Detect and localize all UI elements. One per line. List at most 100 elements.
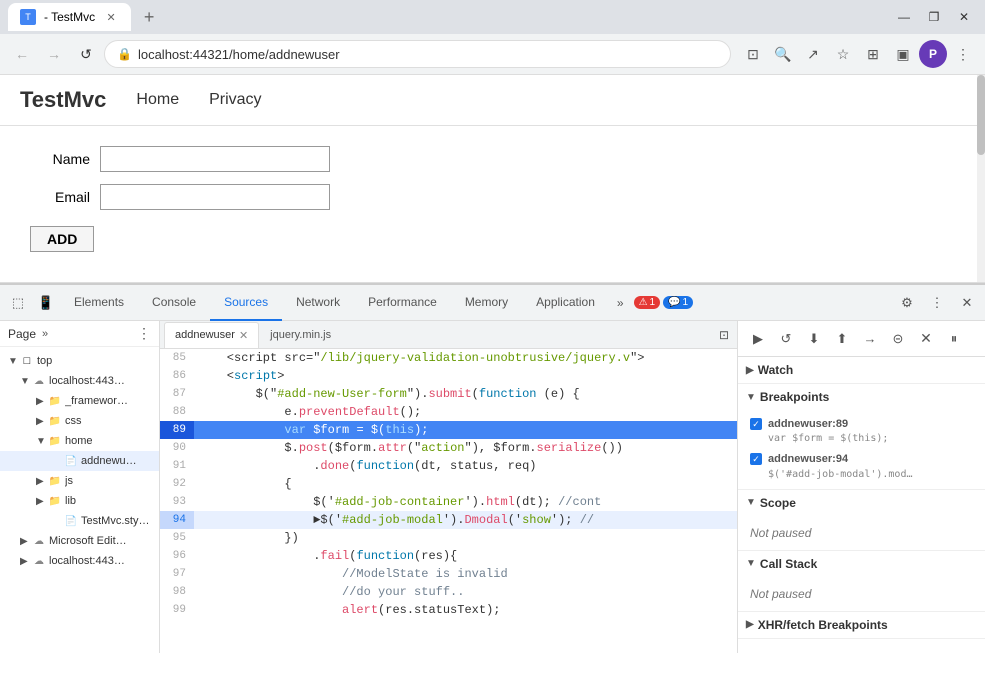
code-text-95: }): [194, 529, 737, 547]
xhr-section: ▶ XHR/fetch Breakpoints: [738, 612, 985, 639]
tree-item-addnewuser[interactable]: ▶ 📄 addnewu…: [0, 451, 159, 471]
more-tabs-button[interactable]: »: [609, 296, 632, 310]
sources-more-icon[interactable]: ⋮: [137, 325, 151, 342]
form-area: Name Email ADD: [0, 126, 985, 272]
breakpoint-location-89: addnewuser:89: [768, 418, 848, 430]
tab-sources[interactable]: Sources: [210, 285, 282, 321]
name-input[interactable]: [100, 146, 330, 172]
tab-close-button[interactable]: ✕: [103, 9, 119, 25]
address-bar[interactable]: 🔒 localhost:44321/home/addnewuser: [104, 40, 731, 68]
code-line-92: 92 {: [160, 475, 737, 493]
tree-item-localhost2[interactable]: ▶ ☁ localhost:443…: [0, 551, 159, 571]
resume-button[interactable]: ▶: [746, 327, 770, 351]
tree-label-localhost2: localhost:443…: [49, 555, 125, 567]
tree-item-js[interactable]: ▶ 📁 js: [0, 471, 159, 491]
folder-icon-home: 📁: [48, 434, 62, 448]
scope-section-header[interactable]: ▼ Scope: [738, 490, 985, 516]
sidebar-icon[interactable]: ▣: [889, 40, 917, 68]
devtools-more-icon[interactable]: ⋮: [923, 289, 951, 317]
refresh-button[interactable]: ↺: [72, 40, 100, 68]
devtools-tabs: ⬚ 📱 Elements Console Sources Network Per…: [0, 285, 985, 321]
devtools-close-icon[interactable]: ✕: [953, 289, 981, 317]
xhr-section-header[interactable]: ▶ XHR/fetch Breakpoints: [738, 612, 985, 638]
bookmark-icon[interactable]: ☆: [829, 40, 857, 68]
profile-button[interactable]: P: [919, 40, 947, 68]
add-button[interactable]: ADD: [30, 226, 94, 252]
lock-icon: 🔒: [117, 47, 132, 61]
file-icon-addnewuser: 📄: [64, 454, 78, 468]
editor-tab-label-addnewuser: addnewuser: [175, 329, 235, 341]
tab-memory[interactable]: Memory: [451, 285, 522, 321]
inspect-element-button[interactable]: ⬚: [4, 289, 32, 317]
extensions-icon[interactable]: ⊞: [859, 40, 887, 68]
tree-item-home[interactable]: ▼ 📁 home: [0, 431, 159, 451]
step-button[interactable]: →: [858, 327, 882, 351]
cast-icon[interactable]: ⊡: [739, 40, 767, 68]
breakpoints-section: ▼ Breakpoints ✓ addnewuser:89 var $form …: [738, 384, 985, 490]
breakpoint-checkbox-89[interactable]: ✓: [750, 418, 762, 430]
code-text-93: $('#add-job-container').html(dt); //cont: [194, 493, 737, 511]
window-minimize-button[interactable]: —: [891, 4, 917, 30]
editor-tab-jquery[interactable]: jquery.min.js: [260, 322, 341, 348]
back-button[interactable]: ←: [8, 40, 36, 68]
tree-item-microsoft[interactable]: ▶ ☁ Microsoft Edit…: [0, 531, 159, 551]
page-more-icon[interactable]: »: [42, 328, 48, 340]
tree-item-localhost1[interactable]: ▼ ☁ localhost:443…: [0, 371, 159, 391]
breakpoints-section-header[interactable]: ▼ Breakpoints: [738, 384, 985, 410]
browser-tab[interactable]: T - TestMvc ✕: [8, 3, 131, 31]
zoom-icon[interactable]: 🔍: [769, 40, 797, 68]
tab-elements[interactable]: Elements: [60, 285, 138, 321]
breakpoint-checkbox-94[interactable]: ✓: [750, 453, 762, 465]
more-options-icon[interactable]: ⋮: [949, 40, 977, 68]
tree-item-css[interactable]: ▶ 📁 css: [0, 411, 159, 431]
share-icon[interactable]: ↗: [799, 40, 827, 68]
forward-button[interactable]: →: [40, 40, 68, 68]
sources-sidebar: Page » ⋮ ▼ □ top ▼ ☁ localhost:443…: [0, 321, 160, 653]
editor-maximize-button[interactable]: ⊡: [715, 326, 733, 344]
line-num-97: 97: [160, 565, 194, 583]
breakpoint-item-89: ✓ addnewuser:89 var $form = $(this);: [738, 414, 985, 449]
device-toolbar-button[interactable]: 📱: [32, 289, 60, 317]
callstack-status: Not paused: [738, 581, 985, 607]
tree-item-top[interactable]: ▼ □ top: [0, 351, 159, 371]
deactivate-button[interactable]: ⊝: [886, 327, 910, 351]
dont-pause-exceptions-button[interactable]: ✕: [914, 327, 938, 351]
file-icon-style: 📄: [64, 514, 78, 528]
tab-performance[interactable]: Performance: [354, 285, 451, 321]
nav-icons: ⊡ 🔍 ↗ ☆ ⊞ ▣ P ⋮: [739, 40, 977, 68]
step-into-button[interactable]: ⬇: [802, 327, 826, 351]
breakpoints-arrow-icon: ▼: [746, 392, 756, 403]
code-content[interactable]: 85 <script src="/lib/jquery-validation-u…: [160, 349, 737, 653]
nav-privacy-link[interactable]: Privacy: [209, 91, 261, 109]
new-tab-button[interactable]: +: [135, 3, 163, 31]
site-title: TestMvc: [20, 87, 106, 113]
tab-network[interactable]: Network: [282, 285, 354, 321]
email-input[interactable]: [100, 184, 330, 210]
settings-icon[interactable]: ⚙: [893, 289, 921, 317]
tab-application[interactable]: Application: [522, 285, 609, 321]
callstack-section-header[interactable]: ▼ Call Stack: [738, 551, 985, 577]
watch-section-header[interactable]: ▶ Watch: [738, 357, 985, 383]
line-num-98: 98: [160, 583, 194, 601]
editor-tab-close-addnewuser[interactable]: ✕: [239, 329, 248, 342]
step-out-button[interactable]: ⬆: [830, 327, 854, 351]
folder-icon-js: 📁: [48, 474, 62, 488]
page-content: TestMvc Home Privacy Name Email ADD: [0, 75, 985, 283]
devtools-panel: ⬚ 📱 Elements Console Sources Network Per…: [0, 283, 985, 653]
window-close-button[interactable]: ✕: [951, 4, 977, 30]
step-over-button[interactable]: ↺: [774, 327, 798, 351]
pause-async-button[interactable]: ⏸: [942, 327, 966, 351]
tree-item-framework[interactable]: ▶ 📁 _framewor…: [0, 391, 159, 411]
scrollbar-thumb: [977, 75, 985, 155]
sources-header: Page » ⋮: [0, 321, 159, 347]
tab-console[interactable]: Console: [138, 285, 210, 321]
cloud-icon-3: ☁: [32, 554, 46, 568]
page-scrollbar[interactable]: [977, 75, 985, 282]
sources-tree: ▼ □ top ▼ ☁ localhost:443… ▶ 📁 _framewor…: [0, 347, 159, 653]
tree-item-testmvc-style[interactable]: ▶ 📄 TestMvc.sty…: [0, 511, 159, 531]
tree-item-lib[interactable]: ▶ 📁 lib: [0, 491, 159, 511]
nav-home-link[interactable]: Home: [136, 91, 179, 109]
window-maximize-button[interactable]: ❐: [921, 4, 947, 30]
email-label: Email: [30, 189, 90, 205]
editor-tab-addnewuser[interactable]: addnewuser ✕: [164, 322, 259, 348]
